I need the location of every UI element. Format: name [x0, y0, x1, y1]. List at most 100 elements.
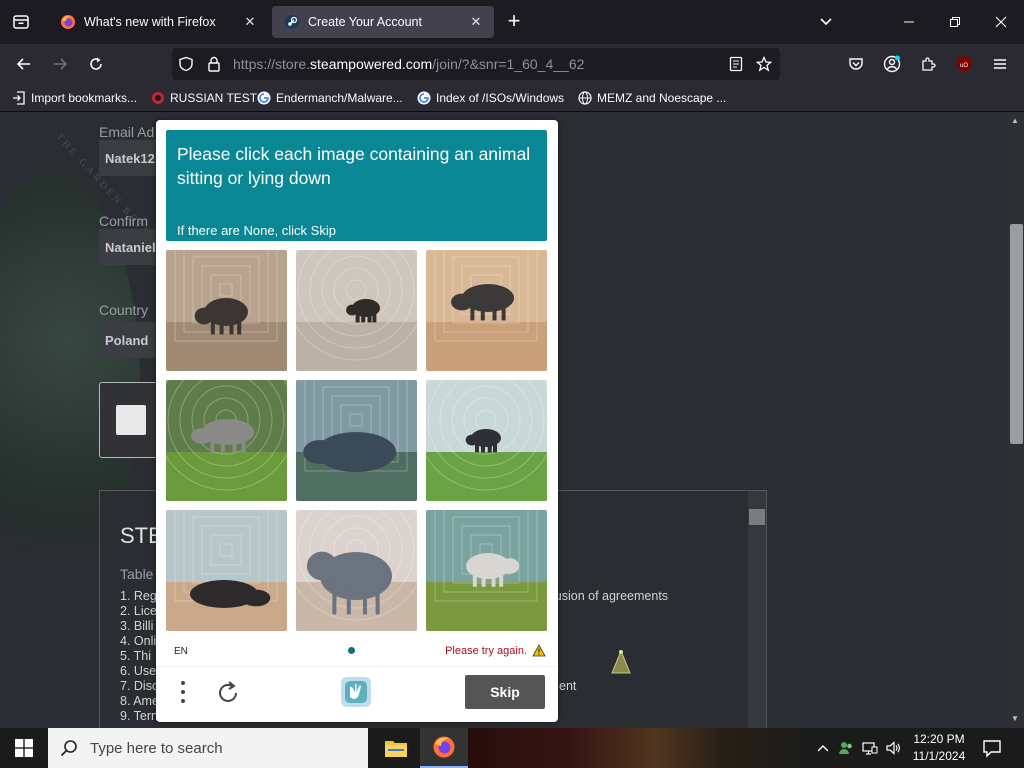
url-host: steampowered.com: [310, 56, 433, 72]
agreement-text-fragment: lusion of agreements: [552, 589, 669, 603]
captcha-image-tile[interactable]: [166, 510, 287, 631]
language-selector[interactable]: EN: [174, 646, 188, 657]
pocket-button[interactable]: [842, 50, 870, 78]
tab-title: What's new with Firefox: [84, 15, 216, 29]
app-menu-button[interactable]: [986, 50, 1014, 78]
minimize-window-button[interactable]: [886, 0, 932, 44]
bookmarks-toolbar: Import bookmarks... RUSSIAN TEST Enderma…: [0, 84, 1024, 112]
tab-title: Create Your Account: [308, 15, 422, 29]
captcha-image: [166, 250, 287, 371]
email-field[interactable]: Natek12: [99, 140, 159, 176]
tab-overflow-chevron-icon[interactable]: [816, 12, 836, 32]
bookmark-label: RUSSIAN TEST: [170, 91, 258, 105]
svg-text:uO: uO: [960, 63, 968, 69]
steam-favicon-icon: [285, 15, 299, 29]
url-text[interactable]: https://store.steampowered.com/join/?&sn…: [233, 56, 584, 72]
google-icon: [257, 91, 271, 105]
tab-whats-new-firefox[interactable]: What's new with Firefox ✕: [48, 6, 268, 38]
captcha-image-tile[interactable]: [296, 510, 417, 631]
lock-icon[interactable]: [206, 56, 222, 72]
back-arrow-icon: [16, 58, 30, 70]
challenge-question: Please click each image containing an an…: [177, 144, 531, 188]
list-item: 3. Billi: [120, 619, 154, 633]
taskbar-clock[interactable]: 12:20 PM 11/1/2024: [906, 731, 972, 765]
scroll-up-arrow-icon[interactable]: ▲: [1011, 116, 1019, 125]
list-item: 1. Reg: [120, 589, 157, 603]
firefox-favicon-icon: [61, 15, 75, 29]
notification-center-icon[interactable]: [980, 736, 1004, 760]
captcha-image: [426, 250, 547, 371]
list-all-tabs-button[interactable]: [0, 0, 42, 44]
hcaptcha-logo-icon[interactable]: [339, 675, 373, 709]
list-item: 2. Lice: [120, 604, 157, 618]
bookmark-label: MEMZ and Noescape ...: [597, 91, 727, 105]
scrollbar-thumb[interactable]: [749, 509, 765, 525]
scroll-down-arrow-icon[interactable]: ▼: [1011, 714, 1019, 723]
bookmark-star-icon[interactable]: [756, 56, 772, 72]
reload-button[interactable]: [82, 50, 110, 78]
page-scrollbar[interactable]: ▲ ▼: [1007, 112, 1024, 728]
captcha-image-tile[interactable]: [296, 250, 417, 371]
close-tab-icon[interactable]: ✕: [242, 14, 258, 30]
user-people-tray-icon[interactable]: [838, 740, 854, 756]
volume-icon[interactable]: [885, 740, 901, 756]
refresh-icon[interactable]: [214, 679, 242, 707]
firefox-taskbar-button[interactable]: [420, 728, 468, 768]
scrollbar-thumb[interactable]: [1010, 224, 1023, 444]
ublock-origin-button[interactable]: uO: [950, 50, 978, 78]
captcha-checkbox[interactable]: [116, 405, 146, 435]
reader-view-icon[interactable]: [728, 56, 744, 72]
pocket-icon: [849, 58, 863, 70]
list-item: 5. Thi: [120, 649, 152, 663]
bookmark-endermanch[interactable]: Endermanch/Malware...: [257, 90, 403, 106]
bookmark-import[interactable]: Import bookmarks...: [12, 90, 137, 106]
extensions-button[interactable]: [914, 50, 942, 78]
captcha-image: [296, 250, 417, 371]
challenge-subprompt: If there are None, click Skip: [177, 223, 336, 238]
navigation-toolbar: https://store.steampowered.com/join/?&sn…: [0, 44, 1024, 84]
close-tab-icon[interactable]: ✕: [468, 14, 484, 30]
warning-icon: [532, 644, 546, 657]
new-tab-button[interactable]: +: [502, 10, 526, 34]
start-button[interactable]: [0, 728, 48, 768]
show-hidden-icons-chevron-icon[interactable]: [815, 740, 831, 756]
captcha-image-tile[interactable]: [426, 250, 547, 371]
ublock-origin-icon: uO: [957, 56, 971, 72]
agreement-scrollbar[interactable]: [748, 491, 766, 728]
tab-create-your-account[interactable]: Create Your Account ✕: [272, 6, 494, 38]
forward-arrow-icon: [54, 58, 68, 70]
forward-button[interactable]: [46, 50, 74, 78]
network-icon[interactable]: [862, 740, 878, 756]
captcha-image-tile[interactable]: [166, 380, 287, 501]
back-button[interactable]: [10, 50, 38, 78]
error-message: Please try again.: [445, 644, 546, 657]
hcaptcha-challenge: Please click each image containing an an…: [156, 120, 558, 722]
captcha-image-tile[interactable]: [296, 380, 417, 501]
account-button[interactable]: [878, 50, 906, 78]
taskbar-search-box[interactable]: Type here to search: [48, 728, 368, 768]
captcha-image: [166, 380, 287, 501]
more-options-icon[interactable]: [178, 679, 188, 705]
reload-icon: [90, 57, 102, 70]
captcha-image-tile[interactable]: [166, 250, 287, 371]
bookmark-label: Import bookmarks...: [31, 91, 138, 105]
captcha-image: [166, 510, 287, 631]
country-select[interactable]: Poland: [99, 322, 159, 358]
restore-window-button[interactable]: [932, 0, 978, 44]
party-hat-cursor-icon: [611, 650, 631, 674]
close-window-button[interactable]: [978, 0, 1024, 44]
windows-taskbar: Type here to search 12:20 PM 11/1/2024: [0, 728, 1024, 768]
bookmark-label: Index of /ISOs/Windows: [436, 91, 565, 105]
skip-button[interactable]: Skip: [465, 675, 545, 709]
captcha-image-tile[interactable]: [426, 510, 547, 631]
tracking-protection-shield-icon[interactable]: [178, 56, 194, 72]
confirm-email-field[interactable]: Nataniel: [99, 229, 159, 265]
file-explorer-taskbar-button[interactable]: [372, 728, 420, 768]
bookmark-index-isos[interactable]: Index of /ISOs/Windows: [417, 90, 564, 106]
captcha-image-tile[interactable]: [426, 380, 547, 501]
folder-icon: [385, 741, 407, 757]
clock-date: 11/1/2024: [912, 749, 966, 763]
address-bar[interactable]: https://store.steampowered.com/join/?&sn…: [172, 48, 780, 80]
bookmark-memz[interactable]: MEMZ and Noescape ...: [578, 90, 726, 106]
bookmark-russian-test[interactable]: RUSSIAN TEST: [151, 90, 257, 106]
